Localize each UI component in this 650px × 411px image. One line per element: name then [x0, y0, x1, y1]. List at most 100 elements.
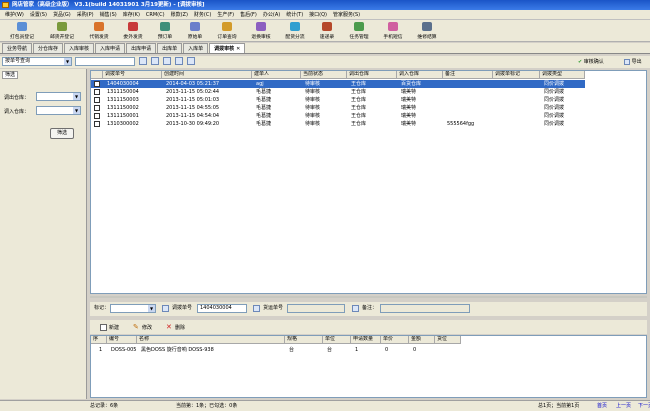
consign-ship-button[interactable]: 代销发货	[82, 20, 116, 41]
menu-stats[interactable]: 统计(T)	[283, 10, 306, 20]
order-query-button[interactable]: 订单查询	[210, 20, 244, 41]
search-icon[interactable]	[139, 57, 147, 65]
pencil-icon: ✎	[133, 322, 139, 331]
mail-register-button[interactable]: 邮货开登记	[42, 20, 82, 41]
grid-header-type[interactable]: 调拨类型	[540, 71, 585, 79]
order-no-field[interactable]: 1404030004	[197, 304, 247, 313]
detail-header-seq[interactable]: 序	[91, 336, 107, 344]
filter-icon[interactable]	[163, 57, 171, 65]
delete-button[interactable]: ✕ 删除	[166, 323, 185, 331]
remark-field[interactable]	[380, 304, 470, 313]
menu-settings[interactable]: 设置(S)	[27, 10, 50, 20]
menu-sales[interactable]: 销售(S)	[97, 10, 120, 20]
detail-header-location[interactable]: 货位	[435, 336, 461, 344]
original-order-button[interactable]: 原始单	[180, 20, 210, 41]
grid-header-creator[interactable]: 建单人	[252, 71, 301, 79]
tab-warehouse-stock[interactable]: 分仓库存	[33, 43, 64, 53]
row-checkbox[interactable]	[94, 105, 100, 111]
filter-panel-tab[interactable]: 筛选	[2, 71, 18, 79]
table-row[interactable]: 1310300002 2013-10-30 09:49:20 毛葛捷 待审核 王…	[91, 120, 585, 128]
grid-header-order-no[interactable]: 调拨单号	[103, 71, 162, 79]
repair-settle-button[interactable]: 维修结算	[410, 20, 444, 41]
row-checkbox[interactable]	[94, 89, 100, 95]
print-icon[interactable]	[175, 57, 183, 65]
sms-button[interactable]: 手机短信	[376, 20, 410, 41]
tab-outbound-order[interactable]: 出库单	[157, 43, 183, 53]
table-row[interactable]: 1 DOSS-005 黑色DOSS 旋行音响 DOSS-938 台 台 1 0 …	[91, 346, 461, 354]
settings-icon[interactable]	[187, 57, 195, 65]
grid-header-out-wh[interactable]: 调出仓库	[347, 71, 397, 79]
cell-amount: 0	[413, 347, 417, 353]
out-warehouse-select[interactable]: ▼	[36, 92, 81, 101]
express-record-button[interactable]: 速递录	[312, 20, 342, 41]
tab-inbound-order[interactable]: 入库单	[183, 43, 209, 53]
first-page-link[interactable]: 首页	[597, 401, 607, 411]
menu-crm[interactable]: CRM(C)	[143, 10, 168, 20]
grid-header-created[interactable]: 创建时间	[162, 71, 252, 79]
menu-accounts[interactable]: 账款(Z)	[168, 10, 191, 20]
table-row[interactable]: 1311150003 2013-11-15 05:01:03 毛葛捷 待审核 王…	[91, 96, 585, 104]
ship-no-field[interactable]	[287, 304, 345, 313]
menu-service[interactable]: 管家服务(S)	[330, 10, 363, 20]
menu-aftersale[interactable]: 售后(F)	[237, 10, 260, 20]
detail-header-amount[interactable]: 金额	[409, 336, 435, 344]
grid-header-status[interactable]: 当前状态	[301, 71, 347, 79]
next-page-link[interactable]: 下一页	[638, 401, 650, 411]
table-row[interactable]: 1311150004 2013-11-15 05:02:44 毛葛捷 待审核 王…	[91, 88, 585, 96]
menu-stock[interactable]: 库存(K)	[120, 10, 143, 20]
export-button[interactable]: 导出	[624, 57, 642, 67]
mark-select[interactable]: ▼	[110, 304, 156, 313]
close-icon[interactable]: ✕	[236, 46, 240, 52]
chevron-down-icon: ▼	[73, 107, 80, 114]
row-checkbox[interactable]	[94, 113, 100, 119]
table-row[interactable]: 1311150002 2013-11-15 04:55:05 毛葛捷 待审核 王…	[91, 104, 585, 112]
menu-office[interactable]: 办公(A)	[260, 10, 283, 20]
table-row[interactable]: 1311150001 2013-11-15 04:54:04 毛葛捷 待审核 王…	[91, 112, 585, 120]
in-warehouse-select[interactable]: ▼	[36, 106, 81, 115]
task-manage-button[interactable]: 任务管理	[342, 20, 376, 41]
tab-inbound-request[interactable]: 入库申请	[95, 43, 126, 53]
grid-header-remark[interactable]: 备注	[443, 71, 493, 79]
menu-goods[interactable]: 货品(G)	[50, 10, 74, 20]
refresh-icon[interactable]	[151, 57, 159, 65]
detail-header-unit[interactable]: 单位	[323, 336, 351, 344]
row-checkbox[interactable]	[94, 81, 100, 87]
new-button[interactable]: 新建	[100, 323, 119, 331]
cell-spec: 台	[289, 347, 295, 353]
cell-status: 待审核	[305, 81, 321, 87]
tab-business-nav[interactable]: 业务导航	[2, 43, 33, 53]
packer-register-button[interactable]: 打包员登记	[2, 20, 42, 41]
grid-header-in-wh[interactable]: 调入仓库	[397, 71, 443, 79]
edit-button[interactable]: ✎ 修改	[133, 322, 152, 331]
menu-purchase[interactable]: 采购(P)	[74, 10, 97, 20]
grid-header-mark[interactable]: 调拨单标记	[493, 71, 540, 79]
tab-inbound-review[interactable]: 入库审核	[64, 43, 95, 53]
filter-button[interactable]: 筛选	[50, 128, 74, 139]
menu-production[interactable]: 生产(F)	[214, 10, 237, 20]
detail-header-name[interactable]: 名称	[137, 336, 285, 344]
row-checkbox[interactable]	[94, 97, 100, 103]
out-warehouse-label: 调出仓库：	[4, 95, 30, 101]
detail-header-qty[interactable]: 申请数量	[351, 336, 381, 344]
distribution-button[interactable]: 配货分流	[278, 20, 312, 41]
cell-remark	[445, 96, 493, 104]
menu-maintain[interactable]: 维护(W)	[2, 10, 27, 20]
tab-outbound-request[interactable]: 出库申请	[126, 43, 157, 53]
tab-transfer-review[interactable]: 调拨审核 ✕	[209, 43, 246, 53]
splitter-handle[interactable]	[90, 296, 647, 298]
table-row[interactable]: 1404030004 2014-04-03 05:21:37 agj 待审核 王…	[91, 80, 585, 88]
query-input[interactable]	[75, 57, 135, 66]
row-checkbox[interactable]	[94, 121, 100, 127]
outsource-ship-button[interactable]: 委外发货	[116, 20, 150, 41]
detail-header-price[interactable]: 单价	[381, 336, 409, 344]
return-review-button[interactable]: 退换审核	[244, 20, 278, 41]
detail-header-code[interactable]: 编号	[107, 336, 137, 344]
prev-page-link[interactable]: 上一页	[616, 401, 631, 411]
menu-finance[interactable]: 财务(C)	[191, 10, 214, 20]
menu-interface[interactable]: 接口(Q)	[306, 10, 330, 20]
approve-button[interactable]: ✔ 审核确认	[578, 57, 604, 67]
query-type-select[interactable]: 按单号查询 ▼	[2, 57, 72, 66]
detail-header-spec[interactable]: 规格	[285, 336, 323, 344]
preorder-button[interactable]: 预订单	[150, 20, 180, 41]
remark-label: 备注：	[362, 305, 378, 311]
